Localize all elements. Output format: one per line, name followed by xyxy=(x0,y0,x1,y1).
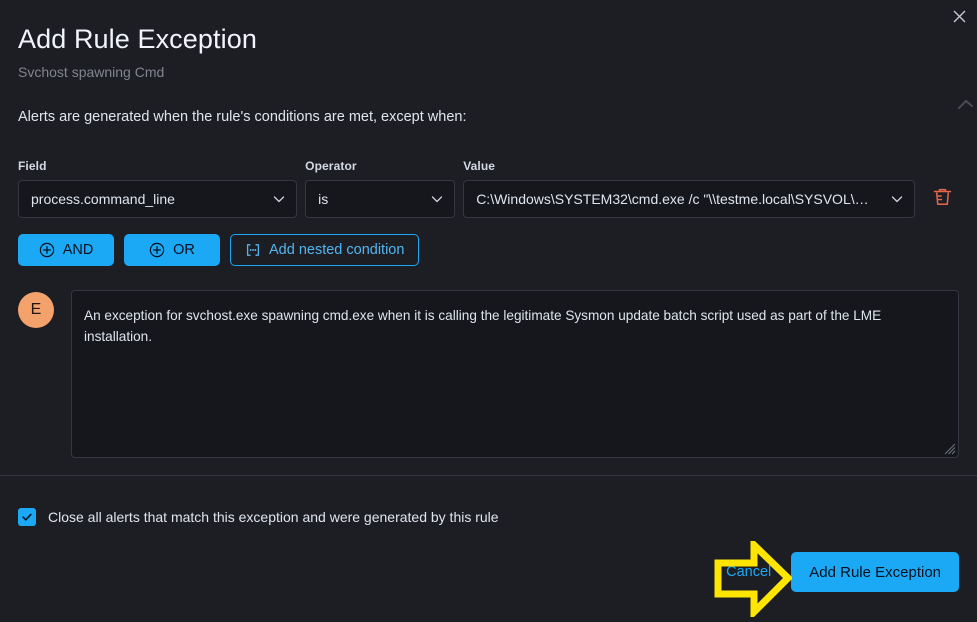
dialog-subtitle: Svchost spawning Cmd xyxy=(18,64,165,80)
close-icon[interactable] xyxy=(947,4,971,28)
field-label: Field xyxy=(18,159,47,173)
add-and-condition-label: AND xyxy=(62,242,94,258)
delete-condition-button[interactable] xyxy=(925,180,959,218)
intro-text: Alerts are generated when the rule's con… xyxy=(18,109,467,125)
logic-buttons-row: AND OR Add nested condition xyxy=(18,234,959,266)
add-or-condition-label: OR xyxy=(173,242,195,258)
page-title: Add Rule Exception xyxy=(18,24,257,54)
add-rule-exception-dialog: Add Rule Exception Svchost spawning Cmd … xyxy=(0,0,977,621)
add-or-condition-button[interactable]: OR xyxy=(124,234,220,266)
chevron-down-icon xyxy=(272,192,286,206)
add-and-condition-button[interactable]: AND xyxy=(18,234,114,266)
chevron-down-icon xyxy=(890,192,904,206)
nested-condition-icon xyxy=(245,242,261,258)
add-nested-condition-label: Add nested condition xyxy=(269,242,405,258)
close-alerts-checkbox-row: Close all alerts that match this excepti… xyxy=(18,508,959,526)
add-nested-condition-button[interactable]: Add nested condition xyxy=(230,234,420,266)
panel-resize-chevron-icon xyxy=(955,92,975,116)
dialog-footer: Close all alerts that match this excepti… xyxy=(0,475,977,613)
comment-row: E An exception for svchost.exe spawning … xyxy=(18,290,959,458)
chevron-down-icon xyxy=(430,192,444,206)
cancel-button[interactable]: Cancel xyxy=(722,564,775,580)
close-alerts-checkbox[interactable] xyxy=(18,508,36,526)
operator-column: Operator is xyxy=(305,157,456,218)
footer-actions: Cancel Add Rule Exception xyxy=(722,552,959,592)
add-rule-exception-button[interactable]: Add Rule Exception xyxy=(791,552,959,592)
value-column: Value C:\Windows\SYSTEM32\cmd.exe /c "\\… xyxy=(463,157,916,218)
field-select-value: process.command_line xyxy=(31,191,175,207)
dialog-body: Alerts are generated when the rule's con… xyxy=(0,82,977,475)
avatar: E xyxy=(18,292,54,328)
comment-textarea[interactable]: An exception for svchost.exe spawning cm… xyxy=(71,290,959,458)
value-select-value: C:\Windows\SYSTEM32\cmd.exe /c "\\testme… xyxy=(476,191,869,207)
plus-in-circle-icon xyxy=(39,242,55,258)
field-select[interactable]: process.command_line xyxy=(18,180,298,218)
operator-select-value: is xyxy=(318,191,329,207)
trash-icon xyxy=(933,187,952,212)
value-label: Value xyxy=(463,159,496,173)
dialog-header: Add Rule Exception Svchost spawning Cmd xyxy=(0,0,977,82)
operator-label: Operator xyxy=(305,159,357,173)
comment-textarea-value: An exception for svchost.exe spawning cm… xyxy=(84,308,885,344)
field-column: Field process.command_line xyxy=(18,157,298,218)
value-select[interactable]: C:\Windows\SYSTEM32\cmd.exe /c "\\testme… xyxy=(463,180,916,218)
plus-in-circle-icon xyxy=(149,242,165,258)
condition-row: Field process.command_line Operator is V… xyxy=(18,157,959,218)
close-alerts-checkbox-label[interactable]: Close all alerts that match this excepti… xyxy=(48,509,499,525)
operator-select[interactable]: is xyxy=(305,180,456,218)
